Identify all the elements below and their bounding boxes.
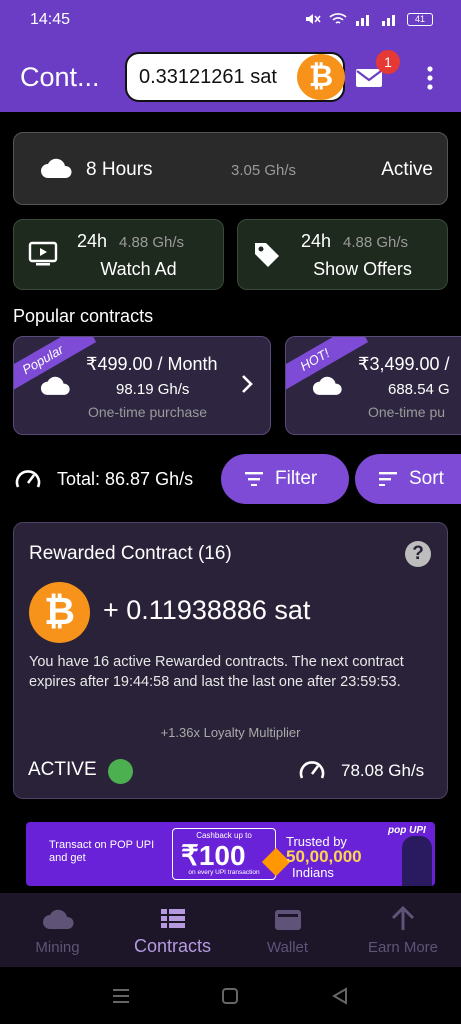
reward-description: You have 16 active Rewarded contracts. T… <box>29 654 404 690</box>
reward-status: ACTIVE <box>28 759 97 780</box>
boost-speed: 4.88 Gh/s <box>343 234 409 251</box>
reward-amount: + 0.11938886 sat <box>103 595 311 625</box>
nav-item-earn-more[interactable]: Earn More <box>345 893 461 967</box>
signal-2-icon <box>382 15 395 26</box>
plan-status: Active <box>381 159 433 180</box>
wallet-icon <box>275 910 301 930</box>
home-icon[interactable] <box>221 987 239 1005</box>
plan-hours: 8 Hours <box>86 159 153 180</box>
boost-label: Show Offers <box>313 259 412 279</box>
wifi-icon <box>329 13 347 24</box>
sort-label: Sort <box>409 468 444 489</box>
cashback-box: Cashback up to ₹100 on every UPI transac… <box>172 828 276 880</box>
popular-contracts-title: Popular contracts <box>13 306 154 326</box>
show-offers-card[interactable]: 24h 4.88 Gh/s Show Offers <box>237 219 448 290</box>
status-icons: 41 <box>303 12 433 26</box>
active-plan-card[interactable]: 8 Hours 3.05 Gh/s Active <box>13 132 448 205</box>
mute-icon <box>306 14 321 24</box>
contract-card-popular[interactable]: Popular ₹499.00 / Month 98.19 Gh/s One-t… <box>13 336 271 435</box>
contract-card-hot[interactable]: HOT! ₹3,499.00 / 688.54 G One-time pu <box>285 336 461 435</box>
bitcoin-icon: ₿ <box>297 54 345 100</box>
sort-button[interactable]: Sort <box>355 454 461 504</box>
boost-speed: 4.88 Gh/s <box>119 234 185 251</box>
contract-note: One-time pu <box>368 404 446 420</box>
banner-indians: Indians <box>292 865 334 880</box>
rewarded-title: Rewarded Contract (16) <box>29 543 232 564</box>
total-hashrate: Total: 86.87 Gh/s <box>57 469 194 489</box>
back-icon[interactable] <box>331 987 349 1005</box>
contract-speed: 688.54 G <box>388 381 450 398</box>
help-icon[interactable]: ? <box>405 541 431 567</box>
battery-icon: 41 <box>407 12 433 26</box>
banner-text: Transact on POP UPI and get <box>49 839 155 864</box>
boost-hours: 24h <box>77 231 108 251</box>
status-time: 14:45 <box>30 11 71 28</box>
page-title: Cont... <box>20 62 100 92</box>
bottom-nav: Mining Contracts Wallet Earn More <box>0 893 461 967</box>
chevron-right-icon <box>242 375 253 393</box>
nav-item-contracts[interactable]: Contracts <box>115 893 230 967</box>
nav-label: Wallet <box>266 939 309 956</box>
cloud-icon <box>40 376 70 395</box>
plan-speed: 3.05 Gh/s <box>231 162 297 179</box>
notification-badge: 1 <box>376 50 400 74</box>
filter-label: Filter <box>275 468 318 489</box>
contract-price: ₹3,499.00 / <box>358 354 450 374</box>
cloud-icon <box>312 376 342 395</box>
contract-note: One-time purchase <box>88 404 208 420</box>
cashback-note: on every UPI transaction <box>188 869 260 876</box>
nav-item-wallet[interactable]: Wallet <box>230 893 345 967</box>
arrow-up-icon <box>391 905 415 930</box>
loyalty-multiplier: +1.36x Loyalty Multiplier <box>160 725 301 740</box>
list-icon <box>161 909 185 928</box>
contract-price: ₹499.00 / Month <box>86 354 218 374</box>
boost-hours: 24h <box>301 231 332 251</box>
status-dot <box>108 759 133 784</box>
nav-label: Contracts <box>133 936 212 956</box>
system-nav <box>0 967 461 1024</box>
sort-icon <box>379 472 397 486</box>
ad-banner[interactable]: Transact on POP UPI and get Cashback up … <box>26 822 435 886</box>
app-bar: Cont... 0.33121261 sat ₿ 1 <box>0 40 461 112</box>
status-bar: 14:45 41 <box>0 0 461 40</box>
balance-pill[interactable]: 0.33121261 sat ₿ <box>125 52 345 102</box>
nav-label: Mining <box>35 939 80 956</box>
banner-person-image <box>402 836 432 886</box>
cloud-icon <box>41 158 72 178</box>
speedometer-icon <box>15 470 41 488</box>
banner-brand: pop UPI <box>388 825 426 836</box>
speedometer-icon <box>299 761 325 779</box>
signal-icon <box>356 15 369 26</box>
rewarded-contract-card: Rewarded Contract (16) ? ₿ + 0.11938886 … <box>13 522 448 799</box>
watch-ad-card[interactable]: 24h 4.88 Gh/s Watch Ad <box>13 219 224 290</box>
nav-label: Earn More <box>367 939 439 956</box>
boost-label: Watch Ad <box>100 259 177 279</box>
filter-icon <box>245 472 263 486</box>
recents-icon[interactable] <box>112 987 130 1005</box>
nav-item-mining[interactable]: Mining <box>0 893 115 967</box>
cashback-amount: ₹100 <box>181 840 246 871</box>
cloud-icon <box>43 909 74 929</box>
banner-count: 50,00,000 <box>286 847 362 866</box>
bitcoin-icon: ₿ <box>29 582 90 643</box>
contract-speed: 98.19 Gh/s <box>116 381 190 398</box>
more-vert-icon[interactable] <box>418 64 442 92</box>
balance-value: 0.33121261 sat <box>139 66 277 88</box>
filter-button[interactable]: Filter <box>221 454 349 504</box>
reward-rate: 78.08 Gh/s <box>341 761 425 780</box>
